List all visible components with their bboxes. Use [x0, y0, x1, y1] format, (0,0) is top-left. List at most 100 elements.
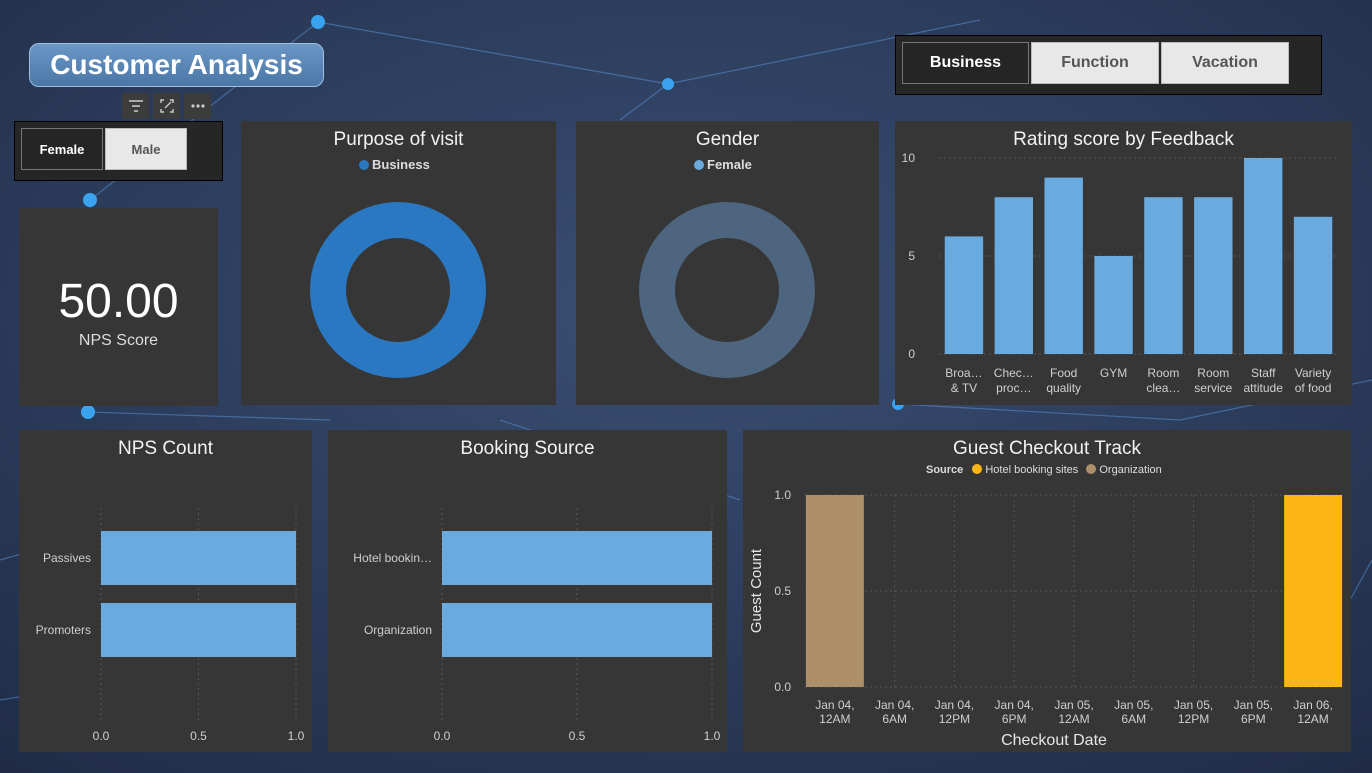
x-tick-label: Chec… proc… [994, 366, 1034, 395]
slicer-option-male[interactable]: Male [105, 128, 187, 170]
y-tick-label: Organization [364, 623, 432, 637]
purpose-slicer: Business Function Vacation [895, 35, 1322, 95]
gender-slicer: Female Male [14, 121, 223, 181]
y-axis-title: Guest Count [748, 548, 765, 633]
x-tick-line: Room [1147, 366, 1179, 380]
bar [805, 495, 864, 687]
x-tick-label: Jan 04, 12AM [815, 698, 854, 726]
slicer-option-vacation[interactable]: Vacation [1161, 42, 1289, 84]
y-tick-label: Promoters [36, 623, 91, 637]
x-tick-label: Jan 05, 12AM [1054, 698, 1093, 726]
bar [101, 603, 296, 657]
x-tick-line: proc… [996, 381, 1031, 395]
rating-bar-chart: 0 5 10 Broa… & TV Chec… proc… Food quality GYM Roo… [902, 151, 1338, 395]
x-tick-line: Jan 06, [1293, 698, 1332, 712]
y-tick-label: Hotel bookin… [353, 551, 432, 565]
x-tick-line: Jan 05, [1174, 698, 1213, 712]
bar [944, 236, 984, 354]
y-tick-label: 0 [908, 347, 915, 361]
x-tick-label: Variety of food [1295, 366, 1332, 395]
visual-header [122, 93, 211, 119]
y-tick-label: 0.0 [774, 680, 791, 694]
bar [1243, 158, 1283, 354]
y-tick-label: 10 [902, 151, 916, 165]
x-tick-line: Broa… [945, 366, 982, 380]
x-tick-label: Jan 05, 6AM [1114, 698, 1153, 726]
nps-count-panel: NPS Count 0.0 0.5 1.0 Passives Promoters [19, 430, 312, 752]
x-tick-line: Jan 04, [815, 698, 854, 712]
x-tick-line: Jan 05, [1054, 698, 1093, 712]
x-tick-line: Jan 05, [1234, 698, 1273, 712]
rating-chart-panel: Rating score by Feedback 0 5 10 Broa… & TV Ch… [895, 121, 1352, 405]
bar [1144, 197, 1183, 354]
x-tick-label: 1.0 [288, 729, 305, 743]
y-tick-label: 5 [908, 249, 915, 263]
more-options-icon[interactable] [184, 93, 211, 119]
bar [994, 197, 1034, 354]
x-tick-line: 12PM [1178, 712, 1209, 726]
nps-score-value: 50.00 [58, 275, 179, 328]
x-tick-line: 6PM [1002, 712, 1027, 726]
x-tick-line: Variety [1295, 366, 1331, 380]
booking-source-panel: Booking Source 0.0 0.5 1.0 Hotel bookin… Org… [328, 430, 727, 752]
slicer-option-business[interactable]: Business [902, 42, 1029, 84]
x-tick-label: Room clea… [1146, 366, 1180, 395]
donut-ring [310, 202, 486, 378]
x-tick-line: clea… [1146, 381, 1180, 395]
x-tick-label: Food quality [1046, 366, 1081, 395]
booking-source-bar-chart: 0.0 0.5 1.0 Hotel bookin… Organization [353, 508, 721, 743]
guest-checkout-panel: Guest Checkout Track Source Hotel bookin… [743, 430, 1351, 752]
purpose-donut-chart [310, 202, 486, 378]
x-tick-line: quality [1046, 381, 1081, 395]
x-tick-label: Staff attitude [1244, 366, 1284, 395]
bar [1194, 197, 1233, 354]
bar [1044, 177, 1083, 354]
gender-donut-panel: Gender Female [576, 121, 879, 405]
y-tick-label: 1.0 [774, 488, 791, 502]
gender-donut-chart [639, 202, 815, 378]
x-tick-line: Jan 04, [995, 698, 1034, 712]
x-tick-line: Chec… [994, 366, 1034, 380]
x-tick-label: 0.5 [569, 729, 586, 743]
x-tick-line: service [1194, 381, 1232, 395]
bar [1094, 256, 1133, 354]
x-tick-line: 12AM [1058, 712, 1089, 726]
x-tick-label: 0.0 [434, 729, 451, 743]
x-tick-line: & TV [951, 381, 977, 395]
x-tick-label: Jan 04, 6AM [875, 698, 914, 726]
x-tick-label: 0.0 [93, 729, 110, 743]
filter-icon[interactable] [122, 93, 149, 119]
bar [101, 531, 296, 585]
focus-mode-icon[interactable] [153, 93, 180, 119]
x-tick-line: Room [1197, 366, 1229, 380]
x-tick-label: Jan 06, 12AM [1293, 698, 1332, 726]
nps-count-bar-chart: 0.0 0.5 1.0 Passives Promoters [36, 508, 305, 743]
x-tick-line: Food [1050, 366, 1077, 380]
x-tick-line: Jan 04, [875, 698, 914, 712]
x-tick-line: GYM [1100, 366, 1127, 380]
x-tick-label: Broa… & TV [945, 366, 982, 395]
slicer-option-function[interactable]: Function [1031, 42, 1159, 84]
x-tick-label: 1.0 [704, 729, 721, 743]
x-axis-title: Checkout Date [1001, 732, 1107, 749]
x-tick-line: 6AM [1121, 712, 1146, 726]
x-tick-line: 6AM [882, 712, 907, 726]
x-tick-line: 12PM [939, 712, 970, 726]
slicer-option-female[interactable]: Female [21, 128, 103, 170]
x-tick-line: 12AM [1297, 712, 1328, 726]
x-tick-line: Jan 04, [935, 698, 974, 712]
x-tick-line: Jan 05, [1114, 698, 1153, 712]
bar [1284, 495, 1343, 687]
bar [1293, 216, 1333, 354]
purpose-donut-panel: Purpose of visit Business [241, 121, 556, 405]
x-tick-label: Jan 05, 6PM [1234, 698, 1273, 726]
guest-checkout-bar-chart: 0.00.51.0Jan 04, 12AMJan 04, 6AMJan 04, 12P… [748, 488, 1343, 749]
y-tick-label: 0.5 [774, 584, 791, 598]
x-tick-label: Jan 04, 6PM [995, 698, 1034, 726]
bar [442, 531, 712, 585]
y-tick-label: Passives [43, 551, 91, 565]
donut-ring [639, 202, 815, 378]
nps-score-card: 50.00 NPS Score [19, 208, 218, 406]
x-tick-label: Jan 05, 12PM [1174, 698, 1213, 726]
x-tick-line: Staff [1251, 366, 1276, 380]
